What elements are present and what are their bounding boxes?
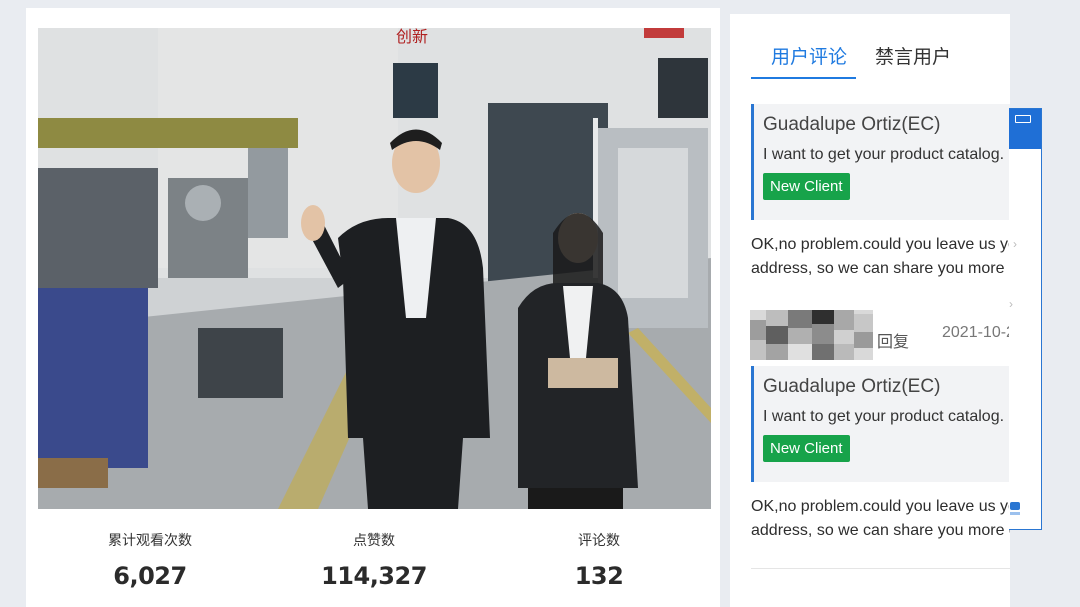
- reply-header: 回复 2021-10-2: [750, 310, 1010, 360]
- comment-text: I want to get your product catalog.: [763, 146, 1005, 163]
- new-client-badge[interactable]: New Client: [763, 173, 850, 200]
- reply-date: 2021-10-2: [942, 324, 1010, 341]
- likes-label: 点赞数: [353, 532, 395, 548]
- battery-icon: [1015, 115, 1031, 123]
- comments-tabs: 用户评论 禁言用户: [730, 14, 1010, 82]
- views-stat: 累计观看次数 6,027: [50, 520, 250, 590]
- divider: [751, 568, 1010, 569]
- comment-text: I want to get your product catalog.: [763, 408, 1005, 425]
- reply-line-1: OK,no problem.could you leave us your: [751, 498, 1010, 515]
- comments-panel: 用户评论 禁言用户 Guadalupe Ortiz(EC) I want to …: [730, 14, 1010, 607]
- comments-value: 132: [574, 562, 624, 590]
- reply-label: 回复: [877, 334, 910, 351]
- likes-stat: 点赞数 114,327: [274, 520, 474, 590]
- live-video-player[interactable]: 创新: [38, 28, 711, 509]
- quoted-comment: Guadalupe Ortiz(EC) I want to get your p…: [751, 366, 1010, 482]
- reply-line-2: address, so we can share you more co: [751, 522, 1010, 539]
- app-icon[interactable]: [1009, 501, 1023, 517]
- chevron-right-icon[interactable]: ›: [1009, 297, 1013, 311]
- commenter-name: Guadalupe Ortiz(EC): [763, 376, 941, 397]
- reply-line-1: OK,no problem.could you leave us your: [751, 236, 1010, 253]
- reply-message: OK,no problem.could you leave us your ad…: [751, 495, 1010, 543]
- chevron-right-icon[interactable]: ›: [1013, 237, 1017, 251]
- reply-line-2: address, so we can share you more co: [751, 260, 1010, 277]
- comments-label: 评论数: [578, 532, 620, 548]
- views-label: 累计观看次数: [108, 532, 192, 548]
- comments-stat: 评论数 132: [499, 520, 699, 590]
- live-stats: 累计观看次数 6,027 点赞数 114,327 评论数 132: [38, 520, 711, 600]
- commenter-name: Guadalupe Ortiz(EC): [763, 114, 941, 135]
- views-value: 6,027: [113, 562, 187, 590]
- new-client-badge[interactable]: New Client: [763, 435, 850, 462]
- tab-user-comments[interactable]: 用户评论: [771, 42, 847, 69]
- likes-value: 114,327: [321, 562, 427, 590]
- video-frame: 创新: [38, 28, 711, 509]
- reply-message: OK,no problem.could you leave us your ad…: [751, 233, 1010, 281]
- side-toolbar-header[interactable]: [1009, 109, 1041, 149]
- floating-side-toolbar[interactable]: › ›: [1009, 108, 1042, 530]
- quoted-comment: Guadalupe Ortiz(EC) I want to get your p…: [751, 104, 1010, 220]
- active-tab-indicator: [751, 77, 856, 79]
- tab-muted-users[interactable]: 禁言用户: [875, 42, 951, 69]
- factory-sign-text: 创新: [396, 28, 428, 46]
- avatar: [750, 310, 873, 360]
